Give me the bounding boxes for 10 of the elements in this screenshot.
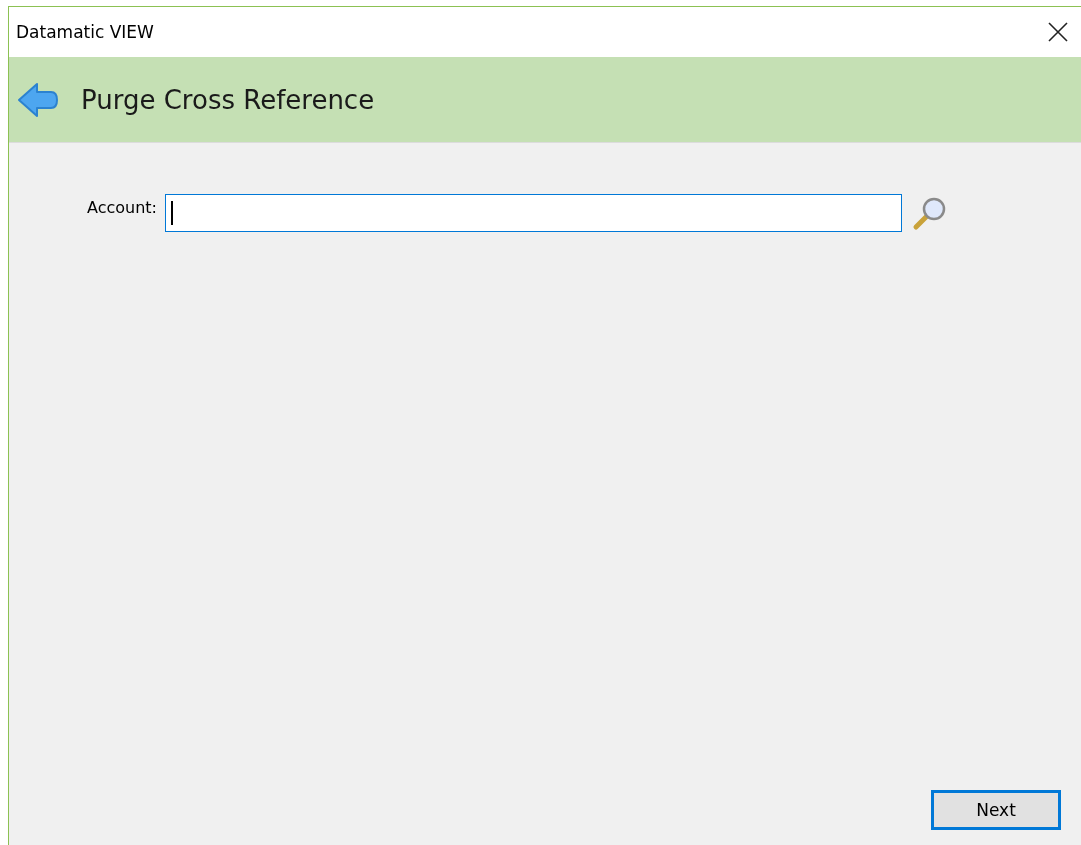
account-field[interactable] — [165, 194, 902, 232]
search-icon — [912, 195, 948, 231]
field-label: Account: — [86, 197, 157, 217]
close-icon — [1047, 21, 1069, 43]
text-cursor — [171, 201, 173, 225]
page-title: Purge Cross Reference — [81, 84, 375, 115]
next-button[interactable]: Next — [931, 790, 1061, 830]
window-title: Datamatic VIEW — [16, 22, 154, 42]
search-button[interactable] — [912, 195, 948, 231]
back-arrow-icon[interactable] — [17, 81, 59, 118]
